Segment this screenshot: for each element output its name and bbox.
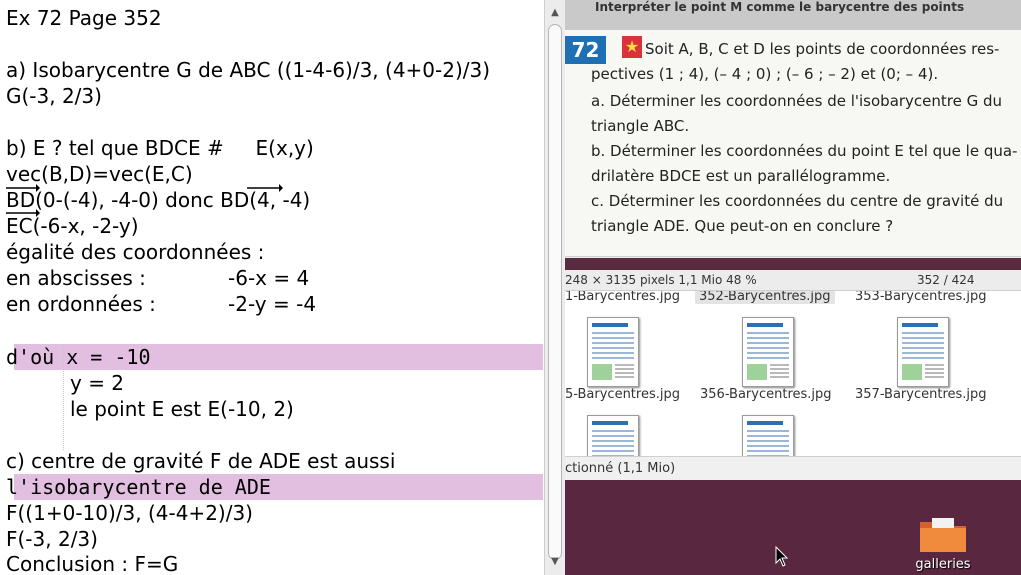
file-thumbnail[interactable] [742,317,794,387]
editor-scrollbar[interactable]: ▲ ▼ [544,0,565,575]
star-icon: ★ [622,36,642,58]
file-label[interactable]: 1-Barycentres.jpg [565,291,680,304]
editor-line: F(-3, 2/3) [6,527,98,551]
exercise-line: drilatère BDCE est un parallélogramme. [591,167,891,185]
exercise-line: triangle ADE. Que peut-on en conclure ? [591,217,894,235]
image-viewer[interactable]: Interpréter le point M comme le barycent… [565,0,1021,258]
page-top-text: Interpréter le point M comme le barycent… [595,0,965,14]
editor-line: c) centre de gravité F de ADE est aussi [6,449,396,473]
editor-line: égalité des coordonnées : [6,240,265,264]
viewer-horizontal-scrollbar[interactable] [565,256,1021,258]
folder-icon[interactable] [918,514,968,554]
exercise-line: c. Déterminer les coordonnées du centre … [591,192,1004,210]
editor-line: y = 2 [70,371,125,395]
file-label[interactable]: 356-Barycentres.jpg [700,387,832,402]
file-thumbnail[interactable] [587,317,639,387]
page-counter: 352 / 424 [917,273,975,287]
editor-line: G(-3, 2/3) [6,84,102,108]
text-editor[interactable]: Ex 72 Page 352 a) Isobarycentre G de ABC… [0,0,545,575]
editor-line: F((1+0-10)/3, (4-4+2)/3) [6,501,253,525]
vector-arrow-icon [247,183,283,195]
file-label[interactable]: 352-Barycentres.jpg [695,291,835,304]
vector-arrow-icon [6,208,40,220]
file-thumbnail[interactable] [897,317,949,387]
editor-line: d'où x = -10 [6,345,151,369]
editor-line: Ex 72 Page 352 [6,6,162,30]
editor-line: b) E ? tel que BDCE # E(x,y) [6,136,314,160]
editor-line: l'isobarycentre de ADE [6,475,271,499]
exercise-line: triangle ABC. [591,117,690,135]
selection-info: ctionné (1,1 Mio) [565,461,676,476]
exercise-line: pectives (1 ; 4), (– 4 ; 0) ; (– 6 ; – 2… [591,65,939,83]
exercise-line: Soit A, B, C et D les points de coordonn… [645,40,1000,58]
image-info: 248 × 3135 pixels 1,1 Mio 48 % [565,273,757,287]
editor-line: en abscisses : [6,266,146,290]
browser-statusbar: ctionné (1,1 Mio) [565,456,1021,481]
viewer-statusbar: 248 × 3135 pixels 1,1 Mio 48 % 352 / 424 [565,270,1021,291]
file-browser[interactable]: 1-Barycentres.jpg 352-Barycentres.jpg 35… [565,291,1021,479]
editor-line: en ordonnées : [6,292,156,316]
editor-line: Conclusion : F=G [6,552,179,575]
exercise-line: b. Déterminer les coordonnées du point E… [591,142,1018,160]
editor-line: a) Isobarycentre G de ABC ((1-4-6)/3, (4… [6,58,491,82]
folder-label[interactable]: galleries [906,557,980,572]
editor-line: -6-x = 4 [228,266,310,290]
scroll-down-icon[interactable]: ▼ [548,555,562,569]
file-label[interactable]: 353-Barycentres.jpg [855,291,987,304]
scroll-up-icon[interactable]: ▲ [548,6,562,20]
exercise-number: 72 [565,36,606,64]
editor-line: le point E est E(-10, 2) [70,397,294,421]
page-top-band: Interpréter le point M comme le barycent… [565,0,1021,30]
file-label[interactable]: 5-Barycentres.jpg [565,387,680,402]
file-label[interactable]: 357-Barycentres.jpg [855,387,987,402]
exercise-line: a. Déterminer les coordonnées de l'isoba… [591,92,1003,110]
vector-arrow-icon [6,183,40,195]
mouse-cursor-icon [775,545,789,572]
editor-line: -2-y = -4 [228,292,317,316]
scrollbar-thumb[interactable] [548,24,562,560]
